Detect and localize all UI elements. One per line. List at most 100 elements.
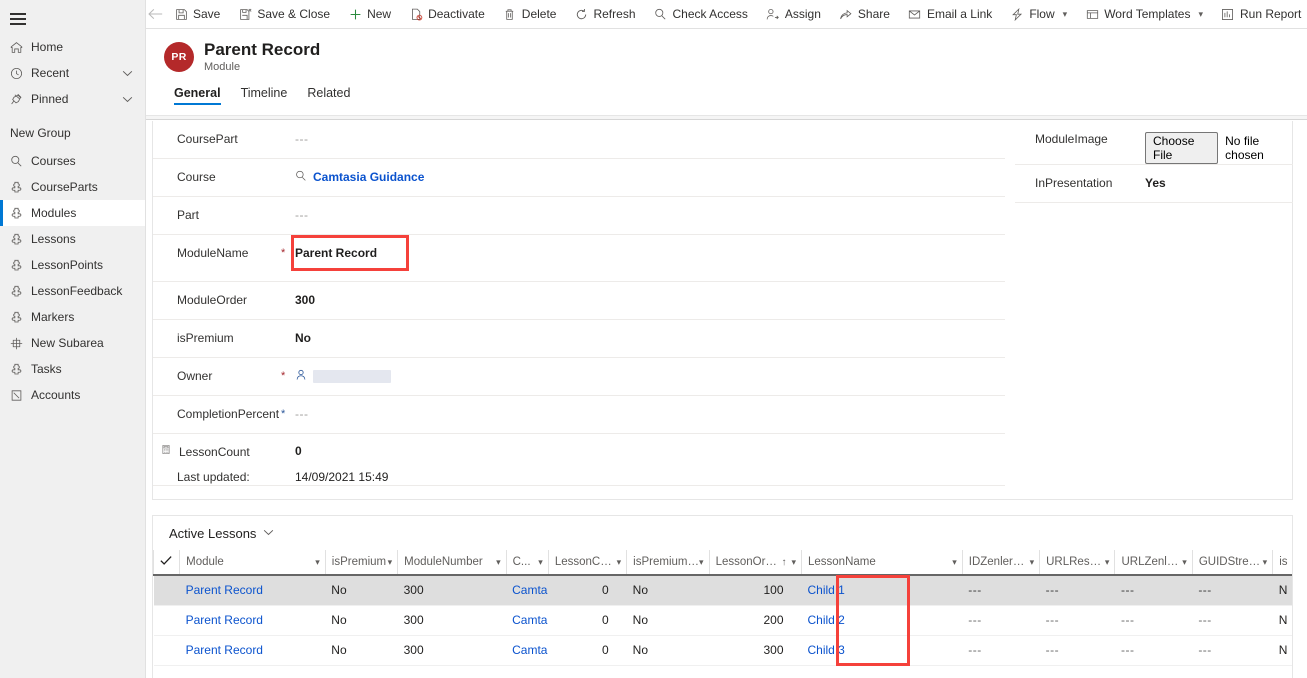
command-assign[interactable]: Assign — [757, 0, 830, 28]
cell-module[interactable]: Parent Record — [179, 605, 326, 636]
row-checkbox[interactable] — [153, 605, 180, 636]
sidebar: Home Recent Pinned New Group Courses Cour… — [0, 0, 146, 678]
form-tabs: General Timeline Related — [164, 82, 1307, 107]
column-header-guidstrea[interactable]: GUIDStrea... ▾ — [1191, 550, 1273, 576]
command-save[interactable]: Save — [165, 0, 229, 28]
column-header-urlzenler[interactable]: URLZenler... ▾ — [1114, 550, 1193, 576]
chevron-down-icon[interactable]: ▾ — [538, 557, 548, 568]
command-list: Save Save & Close New Deactivate Delete Refre… — [165, 0, 1307, 28]
cell-lessonname[interactable]: Child 3 — [801, 635, 963, 666]
cell-module[interactable]: Parent Record — [179, 635, 326, 666]
sidebar-item-courseparts[interactable]: CourseParts — [0, 174, 145, 200]
cell-lessonname[interactable]: Child 2 — [801, 605, 963, 636]
command-new[interactable]: New — [339, 0, 400, 28]
field-value[interactable]: 300 — [295, 293, 315, 307]
column-header-label: LessonCou... — [554, 556, 617, 568]
table-row[interactable]: Parent Record No 300 Camta 0 No 300 Child 3 --- -… — [153, 635, 1292, 666]
column-header-urlresource[interactable]: URLResource▾ — [1039, 550, 1115, 576]
puzzle-icon — [10, 311, 27, 324]
sidebar-item-markers[interactable]: Markers — [0, 304, 145, 330]
chevron-down-icon[interactable]: ▾ — [315, 557, 325, 568]
column-header-label: isPremium ... — [633, 556, 700, 568]
chevron-down-icon[interactable]: ▾ — [791, 557, 801, 568]
column-header-ispremium[interactable]: isPremium ▾ — [324, 550, 398, 576]
select-all-checkbox[interactable] — [153, 550, 180, 576]
chevron-down-icon[interactable]: ▾ — [1182, 557, 1192, 568]
table-row[interactable]: Parent Record No 300 Camta 0 No 200 Child 2 --- -… — [153, 605, 1292, 636]
sidebar-item-lessonpoints[interactable]: LessonPoints — [0, 252, 145, 278]
chevron-down-icon[interactable]: ▾ — [699, 557, 709, 568]
form-field-modulename: ModuleName * Parent Record — [153, 235, 1005, 282]
chevron-down-icon[interactable]: ▾ — [1063, 9, 1068, 20]
cell-lessonname[interactable]: Child 1 — [801, 575, 963, 606]
column-header-is[interactable]: is▾ — [1272, 550, 1292, 576]
chevron-down-icon[interactable] — [122, 66, 145, 80]
chevron-down-icon[interactable] — [263, 528, 274, 539]
cell-lessonorder: 200 — [709, 605, 802, 636]
chevron-down-icon[interactable]: ▾ — [952, 557, 962, 568]
chevron-down-icon[interactable]: ▾ — [1105, 557, 1115, 568]
command-refresh[interactable]: Refresh — [565, 0, 644, 28]
column-header-modulenumber[interactable]: ModuleNumber ▾ — [397, 550, 507, 576]
field-value[interactable]: --- — [295, 132, 309, 146]
sidebar-item-lessons[interactable]: Lessons — [0, 226, 145, 252]
command-word-templates[interactable]: Word Templates ▾ — [1076, 0, 1212, 28]
table-row[interactable]: Parent Record No 300 Camta 0 No 100 Child 1 --- -… — [153, 575, 1292, 606]
back-button[interactable] — [148, 0, 163, 28]
sidebar-item-recent[interactable]: Recent — [0, 60, 145, 86]
command-share[interactable]: Share — [830, 0, 899, 28]
column-header-lessonname[interactable]: LessonName ▾ — [801, 550, 963, 576]
command-deactivate[interactable]: Deactivate — [400, 0, 494, 28]
command-save-close[interactable]: Save & Close — [229, 0, 339, 28]
chevron-down-icon[interactable]: ▾ — [388, 557, 398, 568]
choose-file-button[interactable]: Choose File — [1145, 132, 1219, 164]
tab-related[interactable]: Related — [299, 82, 358, 107]
cell-c[interactable]: Camta — [506, 575, 549, 606]
column-header-ispremium[interactable]: isPremium ... ▾ — [626, 550, 710, 576]
chevron-down-icon[interactable]: ▾ — [1198, 9, 1203, 20]
field-value[interactable]: --- — [295, 208, 309, 222]
cell-urlresource: --- — [1039, 635, 1115, 666]
chevron-down-icon[interactable]: ▾ — [617, 557, 627, 568]
chevron-down-icon[interactable]: ▾ — [1030, 557, 1040, 568]
column-header-c[interactable]: C... ▾ — [505, 550, 549, 576]
cell-c[interactable]: Camta — [506, 605, 549, 636]
field-value[interactable]: Parent Record — [295, 246, 377, 260]
command-run-report[interactable]: Run Report▾ — [1212, 0, 1307, 28]
form-scroll-rail[interactable] — [146, 115, 1307, 120]
row-checkbox[interactable] — [153, 575, 180, 606]
subgrid-scroll-area[interactable]: Module ▾ isPremium ▾ ModuleNumber ▾ C... ▾ Lesso… — [153, 550, 1292, 678]
row-checkbox[interactable] — [153, 635, 180, 666]
command-label: Email a Link — [926, 7, 993, 21]
column-header-lessoncou[interactable]: LessonCou... ▾ — [547, 550, 627, 576]
field-value[interactable]: Yes — [1145, 176, 1166, 190]
chevron-down-icon[interactable] — [122, 92, 145, 106]
sidebar-item-pinned[interactable]: Pinned — [0, 86, 145, 112]
column-header-module[interactable]: Module ▾ — [179, 550, 326, 576]
site-map-toggle[interactable] — [0, 4, 146, 34]
sidebar-item-tasks[interactable]: Tasks — [0, 356, 145, 382]
field-value[interactable]: --- — [295, 407, 309, 421]
cell-module[interactable]: Parent Record — [179, 575, 326, 606]
column-header-idzenlervi[interactable]: IDZenlerVi... ▾ — [961, 550, 1040, 576]
sidebar-item-home[interactable]: Home — [0, 34, 145, 60]
tab-timeline[interactable]: Timeline — [233, 82, 296, 107]
sidebar-item-modules[interactable]: Modules — [0, 200, 145, 226]
column-header-label: isPremium — [331, 556, 387, 568]
sidebar-item-lessonfeedback[interactable]: LessonFeedback — [0, 278, 145, 304]
sidebar-item-accounts[interactable]: Accounts — [0, 382, 145, 408]
command-delete[interactable]: Delete — [494, 0, 566, 28]
lookup-link[interactable]: Camtasia Guidance — [313, 170, 424, 185]
chevron-down-icon[interactable]: ▾ — [496, 557, 506, 568]
chevron-down-icon[interactable]: ▾ — [1263, 557, 1273, 568]
puzzle-icon — [10, 285, 27, 298]
command-email-a-link[interactable]: Email a Link — [899, 0, 1001, 28]
field-value[interactable]: No — [295, 331, 311, 345]
sidebar-item-courses[interactable]: Courses — [0, 148, 145, 174]
tab-general[interactable]: General — [166, 82, 229, 107]
command-flow[interactable]: Flow ▾ — [1001, 0, 1076, 28]
command-check-access[interactable]: Check Access — [645, 0, 757, 28]
sidebar-item-new-subarea[interactable]: New Subarea — [0, 330, 145, 356]
column-header-lessonorder[interactable]: LessonOrder ↑ ▾ — [708, 550, 802, 576]
cell-c[interactable]: Camta — [506, 635, 549, 666]
